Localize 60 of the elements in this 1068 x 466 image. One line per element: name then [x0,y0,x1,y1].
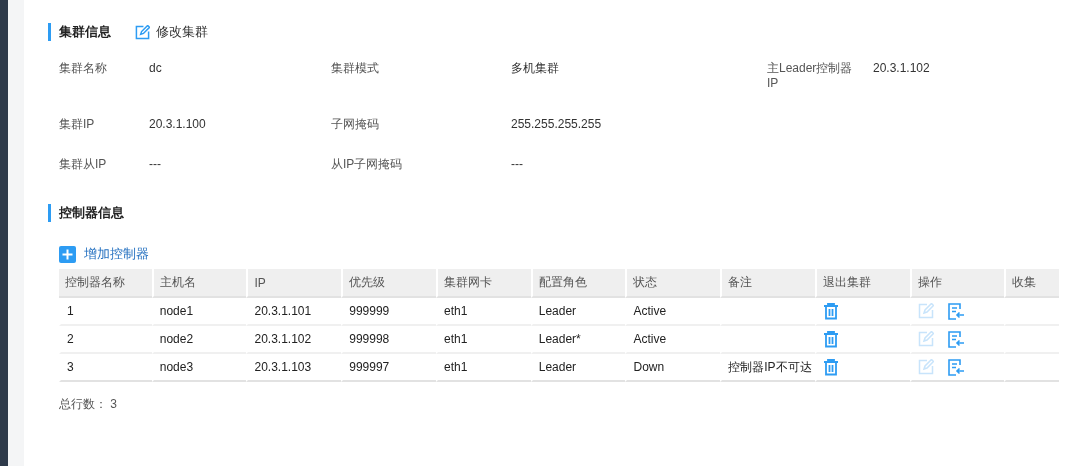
table-cell: eth1 [444,360,468,374]
column-header: 备注 [720,269,815,298]
table-cell: 999997 [349,360,390,374]
add-controller-button[interactable]: 增加控制器 [59,245,149,263]
table-cell: 2 [67,332,74,346]
trash-icon[interactable] [823,302,839,320]
table-cell: 1 [67,304,74,318]
field-label: 主Leader控制器IP [767,61,854,92]
field-label: 集群模式 [331,61,380,77]
table-cell: node1 [159,304,194,318]
field-value: 255.255.255.255 [511,117,603,133]
total-rows: 总行数： 3 [59,396,1068,413]
table-cell: 20.3.1.102 [254,332,312,346]
table-cell: node2 [159,332,194,346]
plus-icon [59,245,76,263]
field-label: 子网掩码 [331,117,380,133]
field-value: 20.3.1.100 [149,117,207,133]
edit-icon [135,24,150,40]
table-cell: 20.3.1.103 [254,360,312,374]
document-arrow-icon[interactable] [947,330,965,348]
column-header: IP [246,269,342,298]
table-cell: Active [633,332,667,346]
table-cell: Leader [538,360,577,374]
trash-icon[interactable] [823,330,839,348]
document-arrow-icon[interactable] [947,358,965,376]
column-header: 控制器名称 [59,269,152,298]
field-label: 集群名称 [59,61,108,77]
field-value: dc [149,61,163,77]
column-header: 退出集群 [815,269,910,298]
table-cell: 999998 [349,332,390,346]
table-cell: 控制器IP不可达 [728,359,812,374]
field-value: 20.3.1.102 [873,61,931,77]
field-label: 集群从IP [59,157,108,173]
column-header: 配置角色 [530,269,626,298]
field-value: 多机集群 [511,61,560,77]
column-header: 操作 [909,269,1005,298]
table-cell: 999999 [349,304,390,318]
column-header: 集群网卡 [436,269,531,298]
document-arrow-icon[interactable] [947,302,965,320]
column-header: 收集 [1004,269,1059,298]
table-cell: Leader* [538,332,581,346]
section-title: 控制器信息 [48,204,124,222]
table-cell: 3 [67,360,74,374]
field-value: --- [511,157,524,173]
column-header: 状态 [625,269,721,298]
field-label: 从IP子网掩码 [331,157,404,173]
table-cell: eth1 [444,332,468,346]
table-cell: eth1 [444,304,468,318]
table-cell: node3 [159,360,194,374]
edit-cluster-link[interactable]: 修改集群 [135,23,208,41]
table-cell: Down [633,360,665,374]
table-cell: Active [633,304,667,318]
table-cell: Leader [538,304,577,318]
column-header: 优先级 [341,269,436,298]
field-label: 集群IP [59,117,96,133]
column-header: 主机名 [151,269,247,298]
field-value: --- [149,157,162,173]
table-cell: 20.3.1.101 [254,304,312,318]
section-title: 集群信息 [48,23,111,41]
trash-icon[interactable] [823,358,839,376]
